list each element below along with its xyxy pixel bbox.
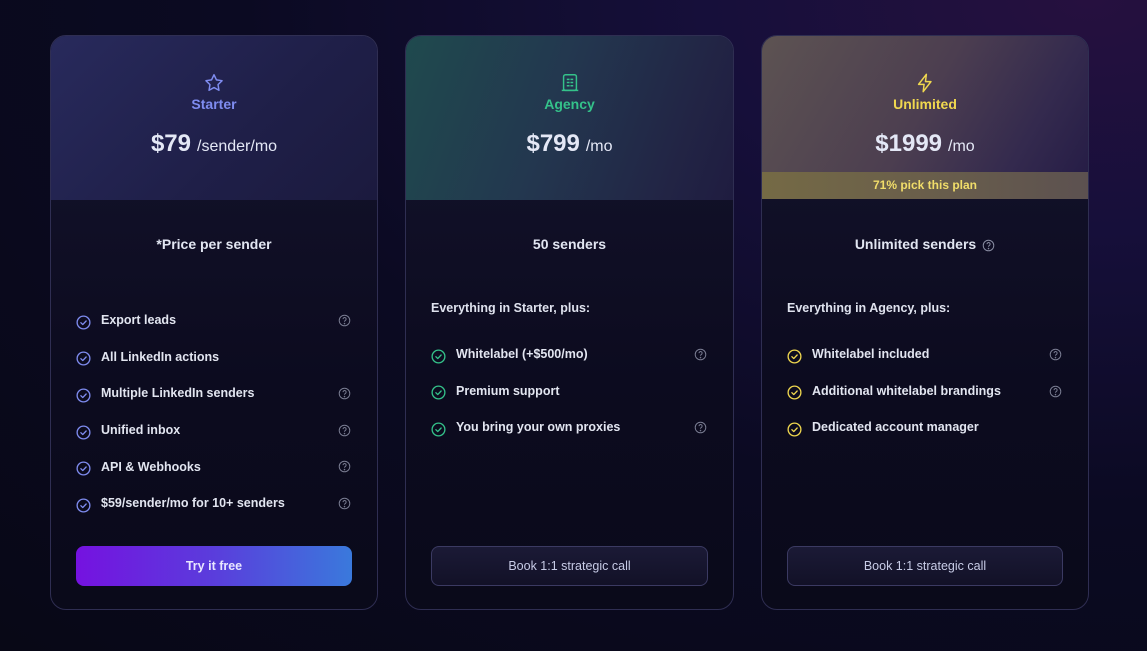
plan-subtitle-text: 50 senders [532,236,607,252]
feature-item: Unified inbox [76,412,352,449]
feature-label: Premium support [456,383,560,398]
feature-item: Premium support [431,373,708,410]
check-circle-icon [76,461,91,476]
plan-subtitle: Unlimited senders [762,236,1088,252]
feature-label: API & Webhooks [101,459,201,474]
feature-label: You bring your own proxies [456,420,621,435]
check-circle-icon [431,422,446,437]
star-icon [205,74,223,91]
feature-item: You bring your own proxies [431,409,708,446]
plan-name: Unlimited [893,96,957,112]
plan-subtitle-text: Unlimited senders [854,236,977,252]
check-circle-icon [76,425,91,440]
feature-label: Whitelabel included [812,347,930,362]
check-circle-icon [76,498,91,513]
try-free-button[interactable]: Try it free [76,546,352,586]
feature-list: Whitelabel (+$500/mo) Premium support You … [431,336,708,446]
plus-heading: Everything in Starter, plus: [431,301,591,315]
check-circle-icon [431,349,446,364]
help-icon[interactable] [338,314,351,327]
plan-card-starter: Starter $79 /sender/mo *Price per sender… [50,35,378,610]
check-circle-icon [787,422,802,437]
feature-label: Multiple LinkedIn senders [101,386,255,401]
plan-subtitle: *Price per sender [51,236,377,252]
plan-card-agency: Agency $799 /mo 50 senders Everything in… [405,35,734,610]
feature-list: Whitelabel included Additional whitelabel… [787,336,1063,446]
feature-item: All LinkedIn actions [76,339,352,376]
lightning-icon [917,73,932,93]
check-circle-icon [76,351,91,366]
help-icon[interactable] [982,239,995,252]
help-icon[interactable] [694,348,707,361]
plus-heading: Everything in Agency, plus: [787,301,951,315]
feature-item: API & Webhooks [76,448,352,485]
price: $79 [150,130,191,157]
feature-label: Unified inbox [101,423,181,438]
plan-subtitle: 50 senders [406,236,733,252]
plan-header: Unlimited $1999 /mo [762,36,1088,172]
plan-name: Agency [544,96,595,112]
feature-item: Export leads [76,302,352,339]
feature-label: $59/sender/mo for 10+ senders [101,496,285,511]
feature-label: Export leads [101,313,177,328]
plan-name: Starter [191,96,237,112]
help-icon[interactable] [1049,385,1062,398]
feature-item: Whitelabel included [787,336,1063,373]
building-icon [561,74,578,92]
feature-item: $59/sender/mo for 10+ senders [76,485,352,522]
feature-label: Whitelabel (+$500/mo) [456,347,588,362]
feature-item: Whitelabel (+$500/mo) [431,336,708,373]
help-icon[interactable] [1049,348,1062,361]
price-row: $79 /sender/mo [51,130,377,158]
check-circle-icon [787,349,802,364]
check-circle-icon [76,388,91,403]
price-row: $799 /mo [406,130,733,158]
feature-item: Additional whitelabel brandings [787,373,1063,410]
help-icon[interactable] [338,424,351,437]
price-period: /mo [585,138,613,155]
plan-card-unlimited: Unlimited $1999 /mo 71% pick this plan U… [761,35,1089,610]
price-period: /mo [948,138,975,155]
feature-label: All LinkedIn actions [101,349,220,364]
book-call-button[interactable]: Book 1:1 strategic call [787,546,1063,586]
help-icon[interactable] [338,460,351,473]
plan-header: Starter $79 /sender/mo [51,36,377,200]
price: $1999 [875,130,943,157]
feature-label: Dedicated account manager [812,420,979,435]
feature-label: Additional whitelabel brandings [812,383,1001,398]
check-circle-icon [76,315,91,330]
plan-subtitle-text: *Price per sender [156,236,272,252]
popularity-badge: 71% pick this plan [762,172,1088,199]
price-row: $1999 /mo [762,130,1088,158]
feature-item: Multiple LinkedIn senders [76,375,352,412]
help-icon[interactable] [694,421,707,434]
book-call-button[interactable]: Book 1:1 strategic call [431,546,708,586]
price-period: /sender/mo [197,138,278,155]
help-icon[interactable] [338,387,351,400]
plan-header: Agency $799 /mo [406,36,733,200]
feature-item: Dedicated account manager [787,409,1063,446]
check-circle-icon [787,385,802,400]
price: $799 [526,130,580,157]
feature-list: Export leads All LinkedIn actions Multiple… [76,302,352,522]
help-icon[interactable] [338,497,351,510]
check-circle-icon [431,385,446,400]
